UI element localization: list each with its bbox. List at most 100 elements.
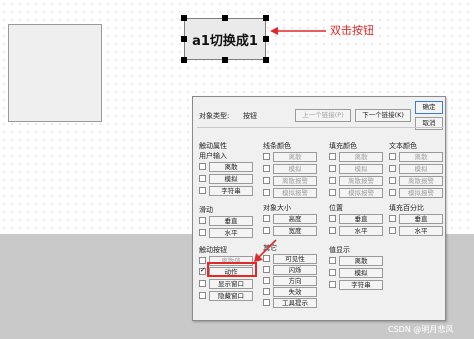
item-other-disable[interactable]: 失效 — [263, 287, 319, 297]
item-button[interactable]: 模拟报警 — [273, 188, 317, 198]
item-fill-percent-vertical[interactable]: 垂直 — [389, 214, 445, 224]
item-button[interactable]: 垂直 — [209, 216, 253, 226]
item-size-height[interactable]: 高度 — [263, 214, 319, 224]
checkbox[interactable] — [329, 189, 336, 196]
item-user-input-analog[interactable]: 模拟 — [199, 174, 255, 184]
selection-handle-bottom-left[interactable] — [181, 57, 187, 63]
item-value-analog[interactable]: 模拟 — [329, 268, 385, 278]
selection-handle-top-right[interactable] — [263, 15, 269, 21]
item-button[interactable]: 离散 — [339, 256, 383, 266]
item-button[interactable]: 模拟 — [399, 164, 443, 174]
checkbox[interactable] — [329, 165, 336, 172]
ok-button[interactable]: 确定 — [415, 101, 443, 114]
item-fill-discrete[interactable]: 离散 — [329, 152, 385, 162]
checkbox[interactable] — [389, 189, 396, 196]
cancel-button[interactable]: 取消 — [415, 117, 443, 130]
canvas-button-object[interactable]: a1切换成1 — [184, 18, 266, 60]
checkbox[interactable] — [263, 227, 270, 234]
item-button[interactable]: 水平 — [339, 226, 383, 236]
checkbox[interactable] — [263, 266, 270, 273]
item-button[interactable]: 离散 — [273, 152, 317, 162]
checkbox[interactable] — [263, 277, 270, 284]
prev-link-button[interactable]: 上一个链接(P) — [295, 109, 351, 122]
item-button[interactable]: 字符串 — [339, 280, 383, 290]
item-fill-analog[interactable]: 模拟 — [329, 164, 385, 174]
checkbox[interactable] — [263, 215, 270, 222]
item-touch-show-window[interactable]: 显示窗口 — [199, 279, 255, 289]
item-button[interactable]: 水平 — [399, 226, 443, 236]
item-slider-vertical[interactable]: 垂直 — [199, 216, 255, 226]
checkbox[interactable] — [263, 153, 270, 160]
checkbox[interactable] — [329, 227, 336, 234]
item-line-discrete[interactable]: 离散 — [263, 152, 319, 162]
checkbox[interactable] — [263, 165, 270, 172]
checkbox[interactable] — [329, 177, 336, 184]
item-touch-hide-window[interactable]: 隐藏窗口 — [199, 291, 255, 301]
item-button[interactable]: 模拟 — [273, 164, 317, 174]
item-button[interactable]: 模拟 — [209, 174, 253, 184]
item-slider-horizontal[interactable]: 水平 — [199, 228, 255, 238]
checkbox[interactable] — [199, 187, 206, 194]
checkbox[interactable] — [263, 189, 270, 196]
item-line-analog-alarm[interactable]: 模拟报警 — [263, 188, 319, 198]
checkbox[interactable] — [263, 299, 270, 306]
checkbox[interactable] — [199, 163, 206, 170]
item-button[interactable]: 离散 — [339, 152, 383, 162]
item-button[interactable]: 显示窗口 — [209, 279, 253, 289]
checkbox[interactable] — [199, 292, 206, 299]
item-other-blink[interactable]: 闪烁 — [263, 265, 319, 275]
item-other-tooltip[interactable]: 工具提示 — [263, 298, 319, 308]
item-text-discrete-alarm[interactable]: 离散报警 — [389, 176, 445, 186]
item-button[interactable]: 垂直 — [339, 214, 383, 224]
item-button[interactable]: 模拟报警 — [339, 188, 383, 198]
next-link-button[interactable]: 下一个链接(K) — [355, 109, 411, 122]
item-text-analog-alarm[interactable]: 模拟报警 — [389, 188, 445, 198]
selection-handle-bottom-middle[interactable] — [222, 57, 228, 63]
checkbox[interactable] — [199, 229, 206, 236]
item-button[interactable]: 离散 — [209, 162, 253, 172]
item-other-orientation[interactable]: 方向 — [263, 276, 319, 286]
item-fill-percent-horizontal[interactable]: 水平 — [389, 226, 445, 236]
item-button[interactable]: 工具提示 — [273, 298, 317, 308]
checkbox[interactable] — [263, 288, 270, 295]
checkbox[interactable] — [263, 177, 270, 184]
item-button[interactable]: 字符串 — [209, 186, 253, 196]
item-button[interactable]: 宽度 — [273, 226, 317, 236]
item-button[interactable]: 模拟 — [339, 268, 383, 278]
checkbox[interactable] — [389, 215, 396, 222]
selection-handle-bottom-right[interactable] — [263, 57, 269, 63]
item-button[interactable]: 离散报警 — [399, 176, 443, 186]
item-button[interactable]: 离散 — [399, 152, 443, 162]
item-fill-discrete-alarm[interactable]: 离散报警 — [329, 176, 385, 186]
item-button[interactable]: 闪烁 — [273, 265, 317, 275]
item-button[interactable]: 离散报警 — [273, 176, 317, 186]
item-value-string[interactable]: 字符串 — [329, 280, 385, 290]
checkbox[interactable] — [199, 257, 206, 264]
item-value-discrete[interactable]: 离散 — [329, 256, 385, 266]
item-button[interactable]: 方向 — [273, 276, 317, 286]
selection-handle-top-middle[interactable] — [222, 15, 228, 21]
checkbox[interactable] — [329, 281, 336, 288]
checkbox[interactable] — [389, 165, 396, 172]
checkbox[interactable] — [329, 215, 336, 222]
item-text-analog[interactable]: 模拟 — [389, 164, 445, 174]
item-button[interactable]: 高度 — [273, 214, 317, 224]
item-user-input-string[interactable]: 字符串 — [199, 186, 255, 196]
item-button[interactable]: 垂直 — [399, 214, 443, 224]
item-line-discrete-alarm[interactable]: 离散报警 — [263, 176, 319, 186]
item-line-analog[interactable]: 模拟 — [263, 164, 319, 174]
checkbox[interactable] — [199, 175, 206, 182]
item-button[interactable]: 隐藏窗口 — [209, 291, 253, 301]
item-fill-analog-alarm[interactable]: 模拟报警 — [329, 188, 385, 198]
checkbox[interactable] — [389, 153, 396, 160]
item-button[interactable]: 模拟 — [339, 164, 383, 174]
item-button[interactable]: 失效 — [273, 287, 317, 297]
item-size-width[interactable]: 宽度 — [263, 226, 319, 236]
item-position-vertical[interactable]: 垂直 — [329, 214, 385, 224]
checkbox[interactable] — [389, 227, 396, 234]
item-text-discrete[interactable]: 离散 — [389, 152, 445, 162]
item-user-input-discrete[interactable]: 离散 — [199, 162, 255, 172]
selection-handle-middle-left[interactable] — [181, 36, 187, 42]
selection-handle-top-left[interactable] — [181, 15, 187, 21]
checkbox[interactable] — [199, 217, 206, 224]
